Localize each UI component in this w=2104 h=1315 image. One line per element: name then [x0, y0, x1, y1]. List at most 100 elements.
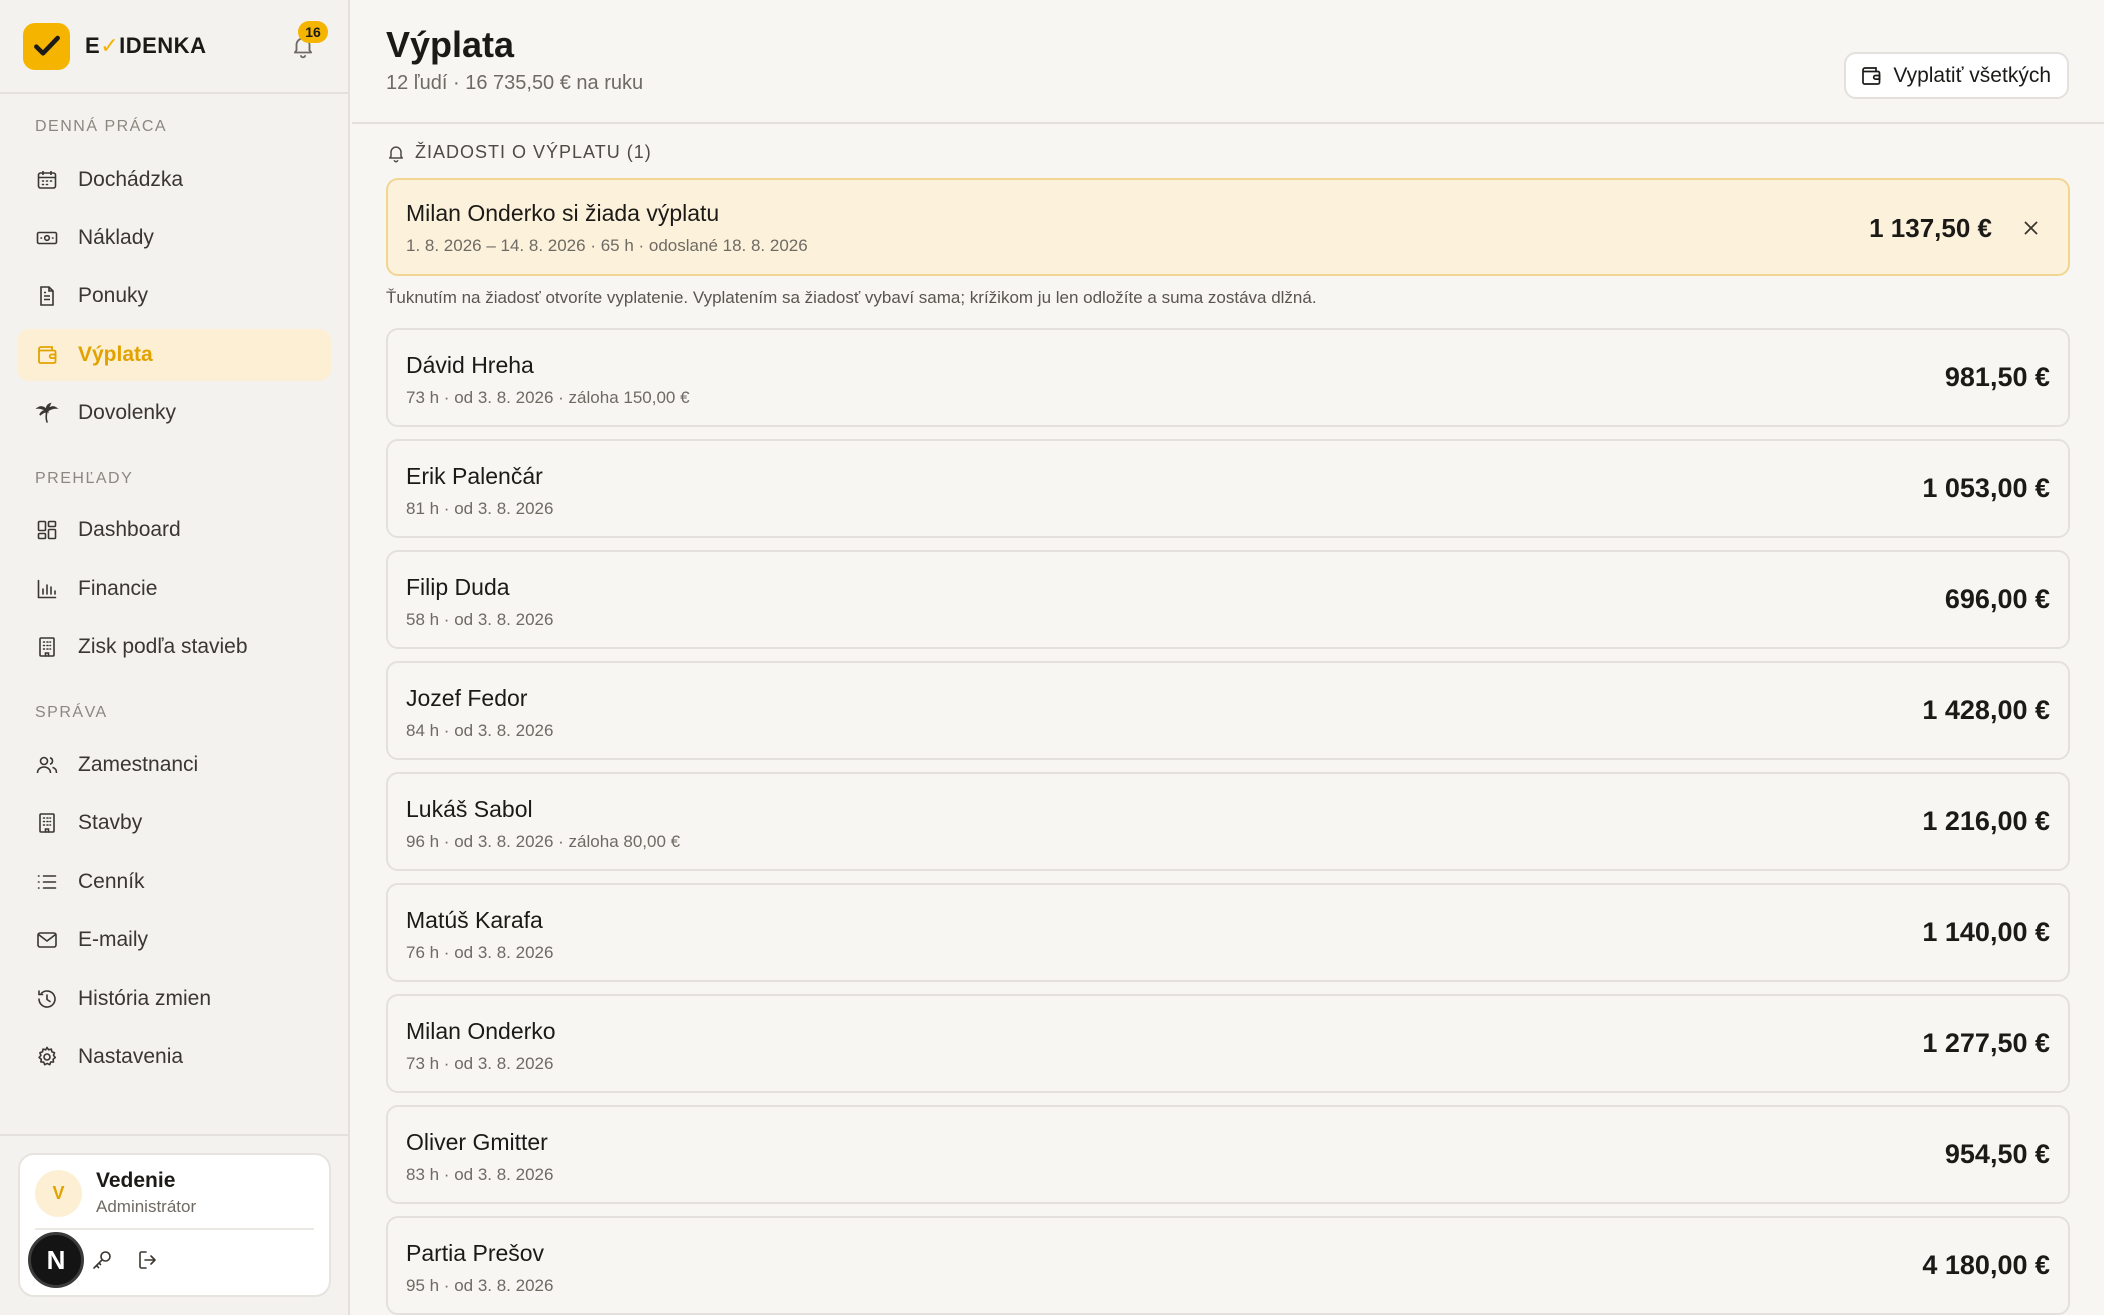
sidebar-item-label: Financie — [78, 577, 158, 600]
sidebar-item-dovolenky[interactable]: Dovolenky — [17, 387, 331, 439]
bar-chart-icon — [37, 579, 57, 599]
sidebar-item-label: Stavby — [78, 811, 143, 834]
sidebar-item-cennik[interactable]: Cenník — [17, 856, 331, 908]
building-icon — [39, 637, 55, 657]
building-icon — [39, 813, 55, 833]
employee-name: Dávid Hreha — [406, 352, 534, 378]
palm-tree-icon — [35, 402, 59, 423]
sidebar-divider — [0, 1134, 350, 1136]
sidebar: E✓IDENKA 16 DENNÁ PRÁCA Dochádzka Náklad… — [0, 0, 350, 1315]
close-icon[interactable] — [2020, 217, 2042, 239]
document-icon — [40, 286, 54, 306]
sidebar-item-label: Dovolenky — [78, 401, 177, 424]
history-icon — [38, 990, 56, 1008]
sidebar-item-nastavenia[interactable]: Nastavenia — [17, 1031, 331, 1083]
employee-row[interactable]: Jozef Fedor 84 h · od 3. 8. 2026 1 428,0… — [386, 661, 2070, 760]
employee-row[interactable]: Milan Onderko 73 h · od 3. 8. 2026 1 277… — [386, 994, 2070, 1093]
sidebar-item-label: Náklady — [78, 226, 154, 249]
dev-tools-badge[interactable]: N — [28, 1232, 84, 1288]
logout-icon[interactable] — [136, 1248, 160, 1272]
employee-payout-list: Dávid Hreha 73 h · od 3. 8. 2026 · záloh… — [386, 328, 2070, 1315]
employee-amount: 696,00 € — [1944, 584, 2050, 614]
pay-all-button[interactable]: Vyplatiť všetkých — [1844, 52, 2069, 99]
employee-meta: 95 h · od 3. 8. 2026 — [406, 1276, 554, 1295]
nav-section-title: PREHĽADY — [35, 470, 134, 487]
request-meta: 1. 8. 2026 – 14. 8. 2026 · 65 h · odosla… — [406, 236, 808, 255]
users-icon — [36, 756, 58, 774]
sidebar-item-label: E-maily — [78, 928, 149, 951]
employee-meta: 84 h · od 3. 8. 2026 — [406, 721, 554, 740]
employee-meta: 96 h · od 3. 8. 2026 · záloha 80,00 € — [406, 832, 681, 851]
employee-row[interactable]: Matúš Karafa 76 h · od 3. 8. 2026 1 140,… — [386, 883, 2070, 982]
sidebar-item-label: Nastavenia — [78, 1045, 184, 1068]
requests-section-title: ŽIADOSTI O VÝPLATU (1) — [386, 142, 652, 163]
sidebar-item-label: Výplata — [78, 343, 153, 366]
sidebar-item-label: Dashboard — [78, 518, 181, 541]
sidebar-item-ponuky[interactable]: Ponuky — [17, 270, 331, 322]
wallet-icon — [1862, 66, 1881, 85]
sidebar-item-financie[interactable]: Financie — [17, 563, 331, 615]
user-name: Vedenie — [96, 1169, 176, 1192]
gear-icon — [38, 1046, 57, 1066]
employee-name: Erik Palenčár — [406, 463, 543, 489]
payout-request-card[interactable]: Milan Onderko si žiada výplatu 1. 8. 202… — [386, 178, 2070, 276]
brand-header: E✓IDENKA 16 — [0, 0, 348, 94]
calendar-icon — [37, 171, 57, 189]
page-title: Výplata — [386, 24, 515, 65]
sidebar-item-historia-zmien[interactable]: História zmien — [17, 973, 331, 1025]
employee-row[interactable]: Lukáš Sabol 96 h · od 3. 8. 2026 · záloh… — [386, 772, 2070, 871]
sidebar-item-e-maily[interactable]: E-maily — [17, 914, 331, 966]
employee-row[interactable]: Filip Duda 58 h · od 3. 8. 2026 696,00 € — [386, 550, 2070, 649]
employee-row[interactable]: Dávid Hreha 73 h · od 3. 8. 2026 · záloh… — [386, 328, 2070, 427]
employee-name: Oliver Gmitter — [406, 1129, 548, 1155]
employee-row[interactable]: Erik Palenčár 81 h · od 3. 8. 2026 1 053… — [386, 439, 2070, 538]
mail-icon — [37, 932, 57, 948]
logo-check-icon[interactable] — [23, 22, 70, 70]
notification-count-badge: 16 — [298, 21, 328, 43]
nav-section-title: DENNÁ PRÁCA — [35, 118, 168, 135]
employee-meta: 58 h · od 3. 8. 2026 — [406, 610, 554, 629]
sidebar-item-vyplata[interactable]: Výplata — [17, 329, 331, 381]
main-content: Výplata 12 ľudí · 16 735,50 € na ruku Vy… — [352, 0, 2104, 1315]
request-amount: 1 137,50 € — [1869, 213, 1992, 243]
sidebar-item-naklady[interactable]: Náklady — [17, 212, 331, 264]
employee-name: Matúš Karafa — [406, 907, 543, 933]
employee-amount: 954,50 € — [1944, 1139, 2050, 1169]
wallet-icon — [38, 346, 57, 364]
list-icon — [37, 875, 57, 889]
brand-name: E✓IDENKA — [85, 33, 207, 58]
key-icon[interactable] — [90, 1248, 114, 1272]
employee-amount: 1 140,00 € — [1922, 917, 2050, 947]
dashboard-icon — [37, 520, 57, 540]
requests-hint: Ťuknutím na žiadosť otvoríte vyplatenie.… — [386, 288, 1317, 307]
cash-icon — [36, 231, 58, 245]
employee-row[interactable]: Partia Prešov 95 h · od 3. 8. 2026 4 180… — [386, 1216, 2070, 1315]
employee-name: Lukáš Sabol — [406, 796, 533, 822]
sidebar-item-dochadzka[interactable]: Dochádzka — [17, 154, 331, 206]
user-card: V Vedenie Administrátor N — [18, 1153, 331, 1297]
employee-name: Filip Duda — [406, 574, 510, 600]
sidebar-item-stavby[interactable]: Stavby — [17, 797, 331, 849]
employee-meta: 81 h · od 3. 8. 2026 — [406, 499, 554, 518]
user-role: Administrátor — [96, 1197, 197, 1216]
sidebar-item-label: Zisk podľa stavieb — [78, 635, 248, 658]
nav-section-title: SPRÁVA — [35, 704, 108, 721]
employee-name: Partia Prešov — [406, 1240, 545, 1266]
employee-amount: 1 216,00 € — [1922, 806, 2050, 836]
avatar[interactable]: V — [35, 1170, 82, 1217]
employee-meta: 83 h · od 3. 8. 2026 — [406, 1165, 554, 1184]
bell-icon — [389, 145, 403, 162]
sidebar-item-label: Ponuky — [78, 284, 149, 307]
sidebar-item-dashboard[interactable]: Dashboard — [17, 504, 331, 556]
sidebar-item-label: História zmien — [78, 987, 212, 1010]
employee-name: Jozef Fedor — [406, 685, 528, 711]
sidebar-item-label: Dochádzka — [78, 168, 184, 191]
divider — [35, 1228, 314, 1230]
sidebar-item-zisk-podla-stavieb[interactable]: Zisk podľa stavieb — [17, 621, 331, 673]
sidebar-item-zamestnanci[interactable]: Zamestnanci — [17, 739, 331, 791]
employee-amount: 1 428,00 € — [1922, 695, 2050, 725]
sidebar-item-label: Zamestnanci — [78, 753, 199, 776]
employee-amount: 1 053,00 € — [1922, 473, 2050, 503]
employee-row[interactable]: Oliver Gmitter 83 h · od 3. 8. 2026 954,… — [386, 1105, 2070, 1204]
employee-amount: 981,50 € — [1944, 362, 2050, 392]
